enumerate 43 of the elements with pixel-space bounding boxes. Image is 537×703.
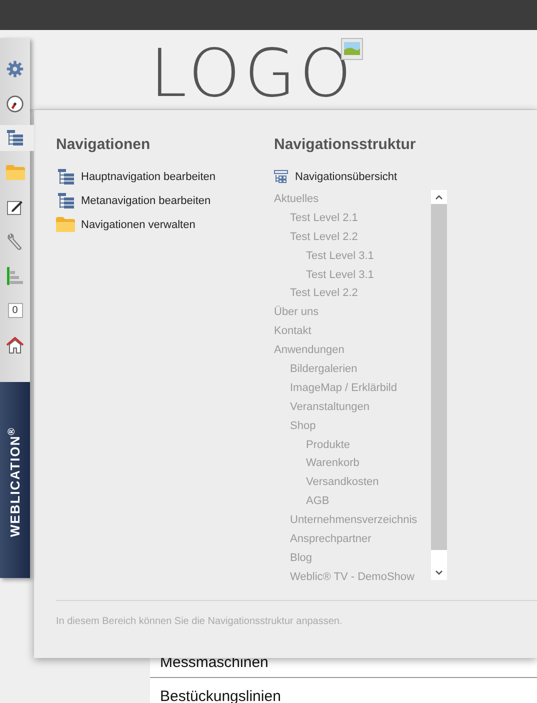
counter-badge: 0 (8, 303, 22, 318)
tree-item[interactable]: ImageMap / Erklärbild (274, 378, 431, 398)
gear-icon (6, 60, 24, 78)
tree-list-icon (56, 168, 75, 186)
tree-item[interactable]: Test Level 3.1 (274, 266, 431, 284)
bar-chart-icon (7, 267, 23, 285)
gauge-icon (6, 94, 24, 112)
tree-item[interactable]: AGB (274, 492, 431, 512)
tree-list-icon (56, 192, 75, 210)
logo: LOGO (150, 44, 356, 104)
home-icon (6, 336, 24, 354)
tree-item[interactable]: Kontakt (274, 322, 431, 342)
tree-item[interactable]: Versandkosten (274, 473, 431, 492)
sidebar-tab[interactable]: 0 (0, 298, 30, 324)
tree-item[interactable]: Shop (274, 416, 431, 436)
tree-item[interactable]: Test Level 2.2 (274, 284, 431, 304)
tree-item[interactable]: Blog (274, 548, 431, 568)
tree-item[interactable]: Unternehmensverzeichnis (274, 511, 431, 530)
wrench-icon (6, 232, 24, 250)
tree-item[interactable]: Bildergalerien (274, 360, 431, 379)
tree-item[interactable]: Produkte (274, 436, 431, 454)
sitemap-icon (274, 170, 288, 184)
menu-link[interactable]: Navigationen verwalten (56, 216, 274, 233)
menu-link[interactable]: Metanavigation bearbeiten (56, 192, 274, 210)
tree-item[interactable]: Anwendungen (274, 341, 431, 360)
folder-icon (6, 165, 24, 180)
tree-item[interactable]: Warenkorb (274, 454, 431, 474)
footer-text: In diesem Bereich können Sie die Navigationsstruktur anpassen. (56, 615, 342, 629)
tree-item[interactable]: Ansprechpartner (274, 530, 431, 549)
overview-link[interactable]: Navigationsübersicht (274, 168, 449, 185)
tree-list-icon (7, 130, 23, 146)
tree-item[interactable]: Über uns (274, 303, 431, 322)
tree-item[interactable]: Weblic® TV - DemoShow (274, 568, 431, 587)
tree-item[interactable]: Test Level 2.2 (274, 228, 431, 247)
section-title: Navigationen (56, 135, 152, 155)
tree-item[interactable]: Test Level 2.1 (274, 208, 431, 228)
folder-icon (56, 217, 75, 232)
tree-item[interactable]: Veranstaltungen (274, 398, 431, 417)
section-title: Navigationsstruktur (274, 135, 417, 155)
tree-item[interactable]: Test Level 3.1 (274, 246, 431, 266)
tree-item[interactable]: Aktuelles (274, 190, 431, 209)
edit-icon (7, 199, 23, 215)
menu-link[interactable]: Hauptnavigation bearbeiten (56, 168, 274, 186)
